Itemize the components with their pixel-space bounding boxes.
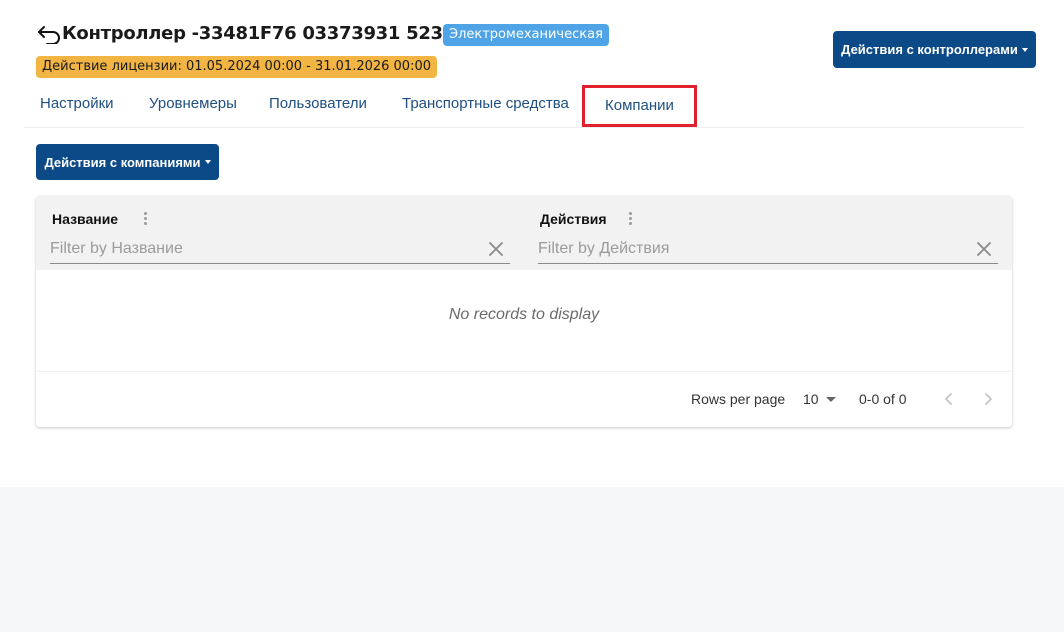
clear-icon[interactable] [976,241,992,257]
company-actions-label: Действия с компаниями [44,154,201,170]
table-header: Название Действия [36,196,1012,270]
caret-down-icon [204,160,211,164]
companies-table: Название Действия No records to display … [36,196,1012,427]
column-header-name[interactable]: Название [52,211,118,227]
empty-state-message: No records to display [36,270,1012,372]
column-menu-icon[interactable] [142,212,148,228]
pagination-range: 0-0 of 0 [859,391,907,407]
filter-actions-input[interactable] [538,236,998,262]
table-pagination: Rows per page 10 0-0 of 0 [36,372,1012,427]
caret-down-icon [1021,47,1028,52]
tab-bar: Настройки Уровнемеры Пользователи Трансп… [24,84,1024,128]
undo-arrow-icon[interactable] [37,24,61,44]
rows-per-page-value: 10 [803,391,819,407]
controller-actions-button[interactable]: Действия с контроллерами [833,31,1036,68]
rows-per-page-label: Rows per page [691,391,786,407]
previous-page-icon[interactable] [939,389,959,409]
next-page-icon[interactable] [978,389,998,409]
clear-icon[interactable] [488,241,504,257]
controller-type-badge: Электромеханическая [443,24,609,46]
column-menu-icon[interactable] [627,212,633,228]
tab-companies[interactable]: Компании [582,85,697,127]
filter-actions-field [538,236,998,264]
company-actions-button[interactable]: Действия с компаниями [36,144,219,180]
page-title: Контроллер -33481F76 03373931 5235364C [62,23,505,44]
column-header-actions[interactable]: Действия [540,211,607,227]
filter-name-input[interactable] [50,236,510,262]
tab-level-gauges[interactable]: Уровнемеры [149,84,237,124]
controller-actions-label: Действия с контроллерами [841,42,1018,57]
rows-per-page-select[interactable]: 10 [803,391,836,407]
tab-vehicles[interactable]: Транспортные средства [402,84,569,124]
page-content: Контроллер -33481F76 03373931 5235364C Э… [0,0,1064,487]
dropdown-arrow-icon [825,396,836,402]
tab-settings[interactable]: Настройки [40,84,114,124]
tab-users[interactable]: Пользователи [269,84,367,124]
license-badge: Действие лицензии: 01.05.2024 00:00 - 31… [36,56,438,78]
filter-name-field [50,236,510,264]
